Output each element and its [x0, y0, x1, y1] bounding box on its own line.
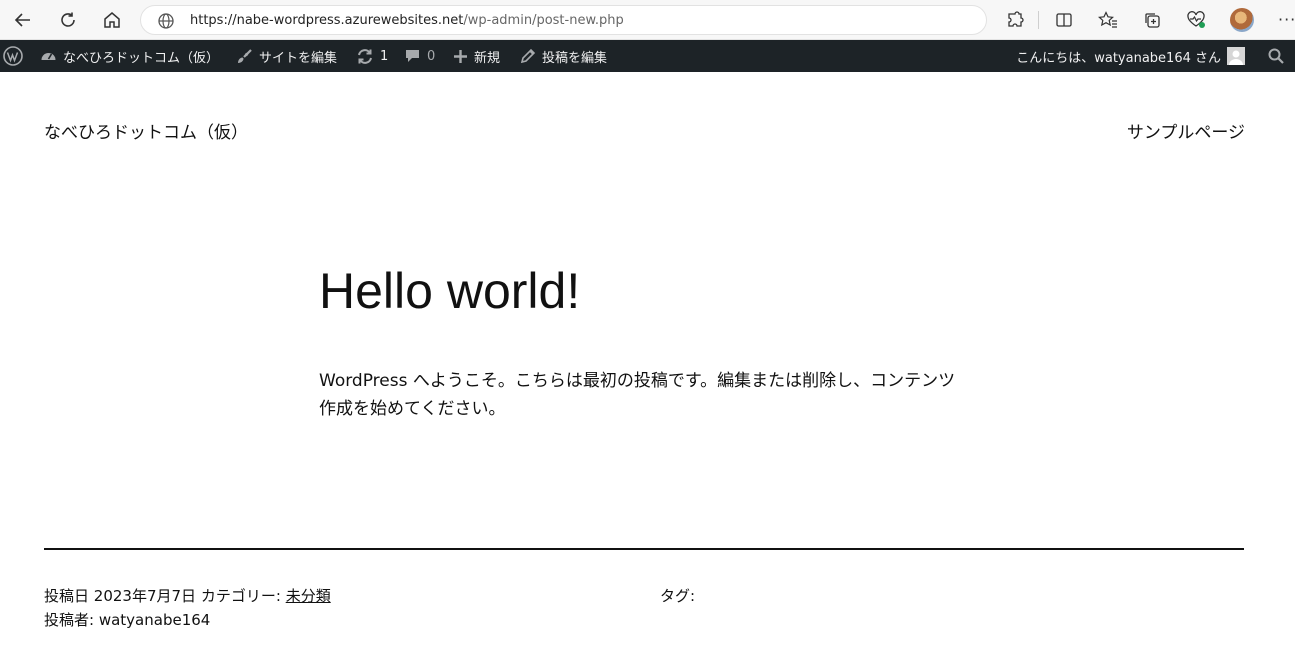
address-bar[interactable]: https://nabe-wordpress.azurewebsites.net… — [140, 5, 987, 35]
admin-bar-edit-site[interactable]: サイトを編集 — [236, 40, 337, 72]
collections-icon[interactable] — [1138, 6, 1166, 34]
admin-bar-search-icon[interactable] — [1268, 40, 1284, 72]
admin-bar-my-account[interactable]: こんにちは、watyanabe164 さん — [1016, 40, 1245, 72]
user-avatar-icon — [1227, 47, 1245, 65]
browser-toolbar: https://nabe-wordpress.azurewebsites.net… — [0, 0, 1295, 40]
back-arrow-icon[interactable] — [9, 6, 37, 34]
more-menu-icon[interactable]: ··· — [1278, 10, 1295, 29]
category-link[interactable]: 未分類 — [286, 587, 331, 605]
url-path: /wp-admin/post-new.php — [463, 13, 624, 28]
edit-site-label: サイトを編集 — [259, 50, 338, 66]
admin-bar-updates[interactable]: 1 — [356, 40, 388, 72]
browser-health-icon[interactable] — [1182, 6, 1210, 34]
admin-bar-site-name[interactable]: なべひろドットコム（仮） — [40, 40, 219, 72]
greeting-label: こんにちは、watyanabe164 さん — [1016, 50, 1221, 66]
admin-bar-new[interactable]: 新規 — [453, 40, 500, 72]
split-screen-icon[interactable] — [1050, 6, 1078, 34]
profile-avatar[interactable] — [1230, 8, 1254, 32]
category-label: カテゴリー: — [200, 587, 281, 605]
extensions-icon[interactable] — [1001, 6, 1029, 34]
pencil-icon — [519, 48, 536, 65]
home-icon[interactable] — [98, 6, 126, 34]
author-name[interactable]: watyanabe164 — [99, 611, 211, 629]
site-name-label: なべひろドットコム（仮） — [63, 50, 220, 66]
post-date[interactable]: 2023年7月7日 — [94, 587, 196, 605]
url-host: https://nabe-wordpress.azurewebsites.net — [190, 13, 464, 28]
updates-count: 1 — [380, 48, 389, 64]
edit-post-label: 投稿を編集 — [542, 50, 608, 66]
post-content: WordPress へようこそ。こちらは最初の投稿です。編集または削除し、コンテ… — [319, 371, 956, 419]
footer-divider — [44, 548, 1244, 550]
favorites-icon[interactable] — [1094, 6, 1122, 34]
site-title[interactable]: なべひろドットコム（仮） — [44, 118, 248, 143]
post-title: Hello world! — [319, 263, 581, 319]
plus-icon — [453, 49, 468, 64]
comment-bubble-icon — [404, 48, 421, 64]
post-meta-author: 投稿者: watyanabe164 — [44, 609, 210, 630]
admin-bar-edit-post[interactable]: 投稿を編集 — [519, 40, 607, 72]
url-text: https://nabe-wordpress.azurewebsites.net… — [190, 13, 624, 28]
date-label: 投稿日 — [44, 587, 90, 605]
post-meta-tags: タグ: — [660, 585, 695, 606]
refresh-icon[interactable] — [54, 6, 82, 34]
globe-icon — [157, 12, 175, 34]
comments-count: 0 — [427, 48, 436, 64]
dashboard-gauge-icon — [40, 48, 57, 64]
post-meta-date-category: 投稿日 2023年7月7日 カテゴリー: 未分類 — [44, 585, 331, 606]
brush-icon — [236, 48, 253, 65]
wp-admin-bar: なべひろドットコム（仮） サイトを編集 1 0 新規 投稿を編集 こんにちは、w… — [0, 40, 1295, 72]
author-label: 投稿者: — [44, 611, 95, 629]
tags-label: タグ: — [660, 587, 696, 605]
admin-bar-comments[interactable]: 0 — [404, 40, 435, 72]
search-icon — [1268, 48, 1284, 64]
toolbar-divider — [1038, 11, 1039, 29]
wordpress-logo-icon[interactable] — [3, 40, 23, 72]
new-label: 新規 — [474, 50, 501, 66]
updates-icon — [356, 48, 374, 65]
nav-item-sample-page[interactable]: サンプルページ — [1127, 118, 1245, 143]
